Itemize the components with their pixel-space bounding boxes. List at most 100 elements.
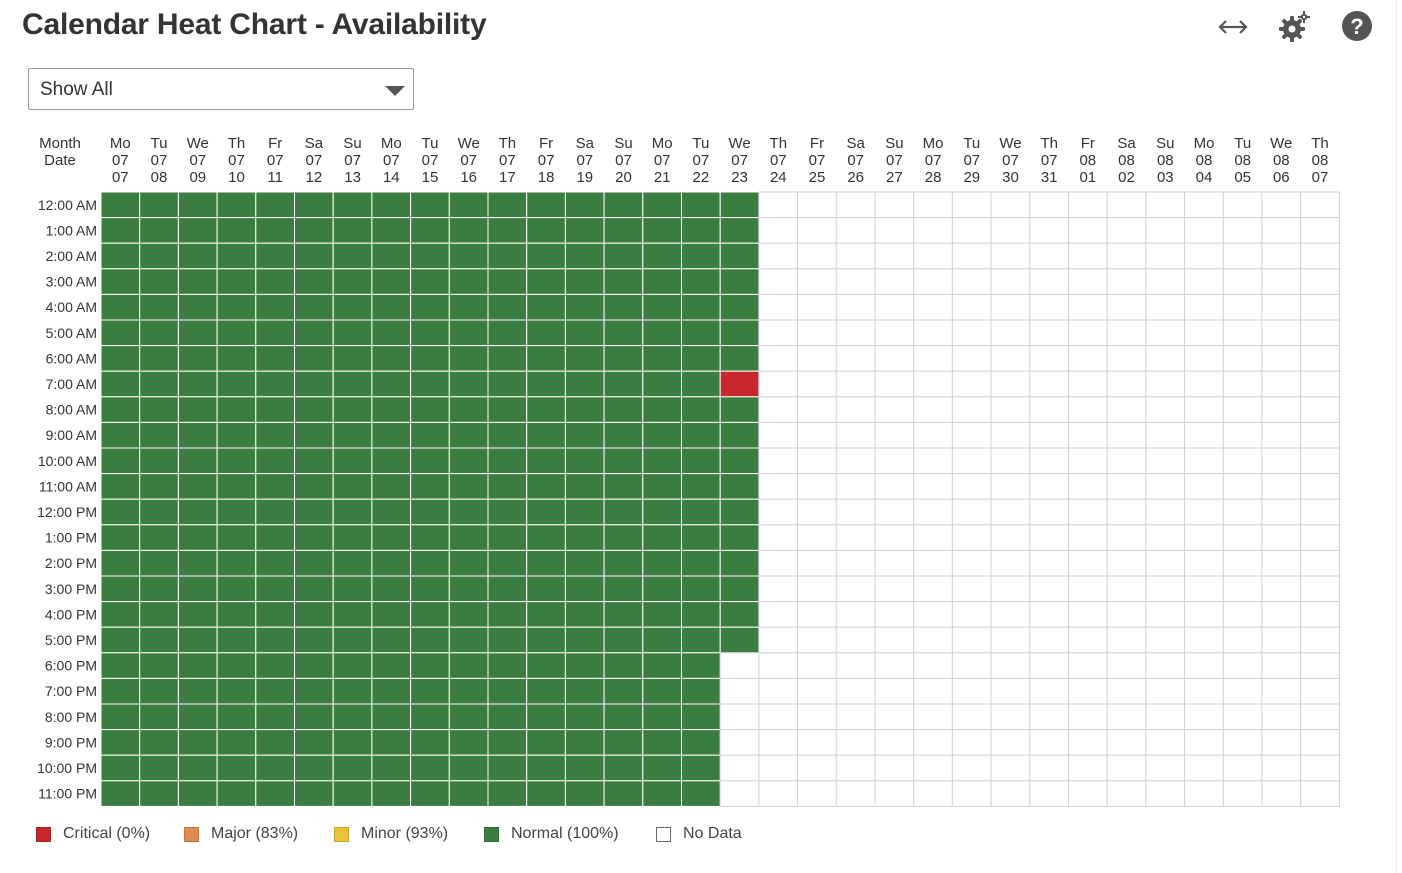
heat-cell-normal[interactable] bbox=[332, 217, 373, 244]
heat-cell-no_data[interactable] bbox=[1184, 447, 1224, 475]
heat-cell-normal[interactable] bbox=[371, 601, 412, 628]
heat-cell-normal[interactable] bbox=[100, 242, 141, 270]
heat-cell-no_data[interactable] bbox=[797, 549, 837, 577]
heat-cell-normal[interactable] bbox=[642, 524, 682, 551]
heat-cell-no_data[interactable] bbox=[719, 677, 760, 705]
heat-cell-no_data[interactable] bbox=[1261, 703, 1302, 731]
heat-cell-normal[interactable] bbox=[177, 754, 218, 782]
heat-cell-no_data[interactable] bbox=[758, 652, 799, 679]
heat-cell-normal[interactable] bbox=[448, 242, 489, 270]
heat-cell-no_data[interactable] bbox=[1106, 575, 1147, 603]
heat-cell-normal[interactable] bbox=[719, 242, 760, 270]
heat-cell-normal[interactable] bbox=[332, 345, 373, 372]
heat-cell-no_data[interactable] bbox=[758, 473, 799, 500]
heat-cell-normal[interactable] bbox=[294, 293, 334, 321]
heat-cell-normal[interactable] bbox=[487, 473, 528, 500]
heat-cell-no_data[interactable] bbox=[835, 191, 876, 219]
heat-cell-no_data[interactable] bbox=[797, 498, 837, 526]
heat-cell-normal[interactable] bbox=[100, 396, 141, 423]
heat-cell-no_data[interactable] bbox=[1145, 217, 1186, 244]
heat-cell-no_data[interactable] bbox=[990, 677, 1031, 705]
heat-cell-normal[interactable] bbox=[487, 498, 528, 526]
heat-cell-normal[interactable] bbox=[603, 677, 644, 705]
heat-cell-normal[interactable] bbox=[642, 575, 682, 603]
heat-cell-normal[interactable] bbox=[294, 601, 334, 628]
status-filter-dropdown[interactable]: Show All bbox=[28, 68, 414, 110]
heat-cell-normal[interactable] bbox=[139, 345, 179, 372]
heat-cell-normal[interactable] bbox=[216, 319, 257, 347]
heat-cell-normal[interactable] bbox=[410, 473, 450, 500]
heat-cell-no_data[interactable] bbox=[1068, 703, 1108, 731]
heat-cell-normal[interactable] bbox=[487, 549, 528, 577]
heat-cell-normal[interactable] bbox=[216, 652, 257, 679]
heat-cell-no_data[interactable] bbox=[835, 242, 876, 270]
heat-cell-no_data[interactable] bbox=[913, 268, 953, 295]
heat-cell-normal[interactable] bbox=[371, 293, 412, 321]
heat-cell-no_data[interactable] bbox=[913, 396, 953, 423]
heat-cell-normal[interactable] bbox=[332, 319, 373, 347]
heat-cell-no_data[interactable] bbox=[1261, 549, 1302, 577]
heat-cell-normal[interactable] bbox=[642, 498, 682, 526]
heat-cell-normal[interactable] bbox=[216, 677, 257, 705]
heat-cell-normal[interactable] bbox=[642, 780, 682, 807]
heat-cell-no_data[interactable] bbox=[1145, 345, 1186, 372]
heat-cell-no_data[interactable] bbox=[1029, 754, 1070, 782]
heat-cell-normal[interactable] bbox=[139, 242, 179, 270]
heat-cell-normal[interactable] bbox=[410, 191, 450, 219]
heat-cell-normal[interactable] bbox=[100, 217, 141, 244]
heat-cell-no_data[interactable] bbox=[1068, 473, 1108, 500]
heat-cell-normal[interactable] bbox=[448, 575, 489, 603]
heat-cell-no_data[interactable] bbox=[1184, 191, 1224, 219]
heat-cell-normal[interactable] bbox=[294, 268, 334, 295]
heat-cell-no_data[interactable] bbox=[1300, 498, 1340, 526]
heat-cell-no_data[interactable] bbox=[913, 421, 953, 449]
heat-cell-normal[interactable] bbox=[294, 652, 334, 679]
heat-cell-normal[interactable] bbox=[487, 754, 528, 782]
heat-cell-no_data[interactable] bbox=[1261, 421, 1302, 449]
heat-cell-normal[interactable] bbox=[564, 242, 605, 270]
heat-cell-normal[interactable] bbox=[100, 345, 141, 372]
heat-cell-normal[interactable] bbox=[487, 370, 528, 398]
heat-cell-no_data[interactable] bbox=[874, 242, 915, 270]
heat-cell-normal[interactable] bbox=[177, 396, 218, 423]
heat-cell-no_data[interactable] bbox=[913, 447, 953, 475]
heat-cell-normal[interactable] bbox=[177, 652, 218, 679]
heat-cell-normal[interactable] bbox=[177, 191, 218, 219]
heat-cell-no_data[interactable] bbox=[951, 447, 992, 475]
heat-cell-no_data[interactable] bbox=[835, 268, 876, 295]
heat-cell-normal[interactable] bbox=[526, 780, 566, 807]
heat-cell-normal[interactable] bbox=[371, 370, 412, 398]
heat-cell-no_data[interactable] bbox=[1300, 473, 1340, 500]
heat-cell-no_data[interactable] bbox=[990, 754, 1031, 782]
heat-cell-normal[interactable] bbox=[332, 242, 373, 270]
heat-cell-normal[interactable] bbox=[642, 754, 682, 782]
heat-cell-normal[interactable] bbox=[294, 575, 334, 603]
heat-cell-normal[interactable] bbox=[487, 780, 528, 807]
heat-cell-normal[interactable] bbox=[371, 524, 412, 551]
heat-cell-normal[interactable] bbox=[139, 191, 179, 219]
heat-cell-normal[interactable] bbox=[294, 498, 334, 526]
heat-cell-normal[interactable] bbox=[177, 677, 218, 705]
heat-cell-no_data[interactable] bbox=[951, 626, 992, 654]
heat-cell-normal[interactable] bbox=[681, 191, 721, 219]
heat-cell-normal[interactable] bbox=[564, 268, 605, 295]
heat-cell-no_data[interactable] bbox=[797, 677, 837, 705]
heat-cell-no_data[interactable] bbox=[1300, 421, 1340, 449]
heat-cell-normal[interactable] bbox=[100, 549, 141, 577]
heat-cell-no_data[interactable] bbox=[1029, 626, 1070, 654]
heat-cell-no_data[interactable] bbox=[1300, 754, 1340, 782]
heat-cell-normal[interactable] bbox=[603, 498, 644, 526]
heat-cell-no_data[interactable] bbox=[1068, 319, 1108, 347]
heat-cell-normal[interactable] bbox=[681, 268, 721, 295]
heat-cell-normal[interactable] bbox=[487, 319, 528, 347]
heat-cell-normal[interactable] bbox=[603, 396, 644, 423]
heat-cell-no_data[interactable] bbox=[1068, 677, 1108, 705]
heat-cell-no_data[interactable] bbox=[990, 370, 1031, 398]
heat-cell-no_data[interactable] bbox=[1068, 780, 1108, 807]
heat-cell-no_data[interactable] bbox=[874, 729, 915, 756]
heat-cell-no_data[interactable] bbox=[1222, 345, 1263, 372]
heat-cell-no_data[interactable] bbox=[797, 575, 837, 603]
heat-cell-no_data[interactable] bbox=[874, 421, 915, 449]
heat-cell-normal[interactable] bbox=[564, 447, 605, 475]
heat-cell-normal[interactable] bbox=[294, 677, 334, 705]
